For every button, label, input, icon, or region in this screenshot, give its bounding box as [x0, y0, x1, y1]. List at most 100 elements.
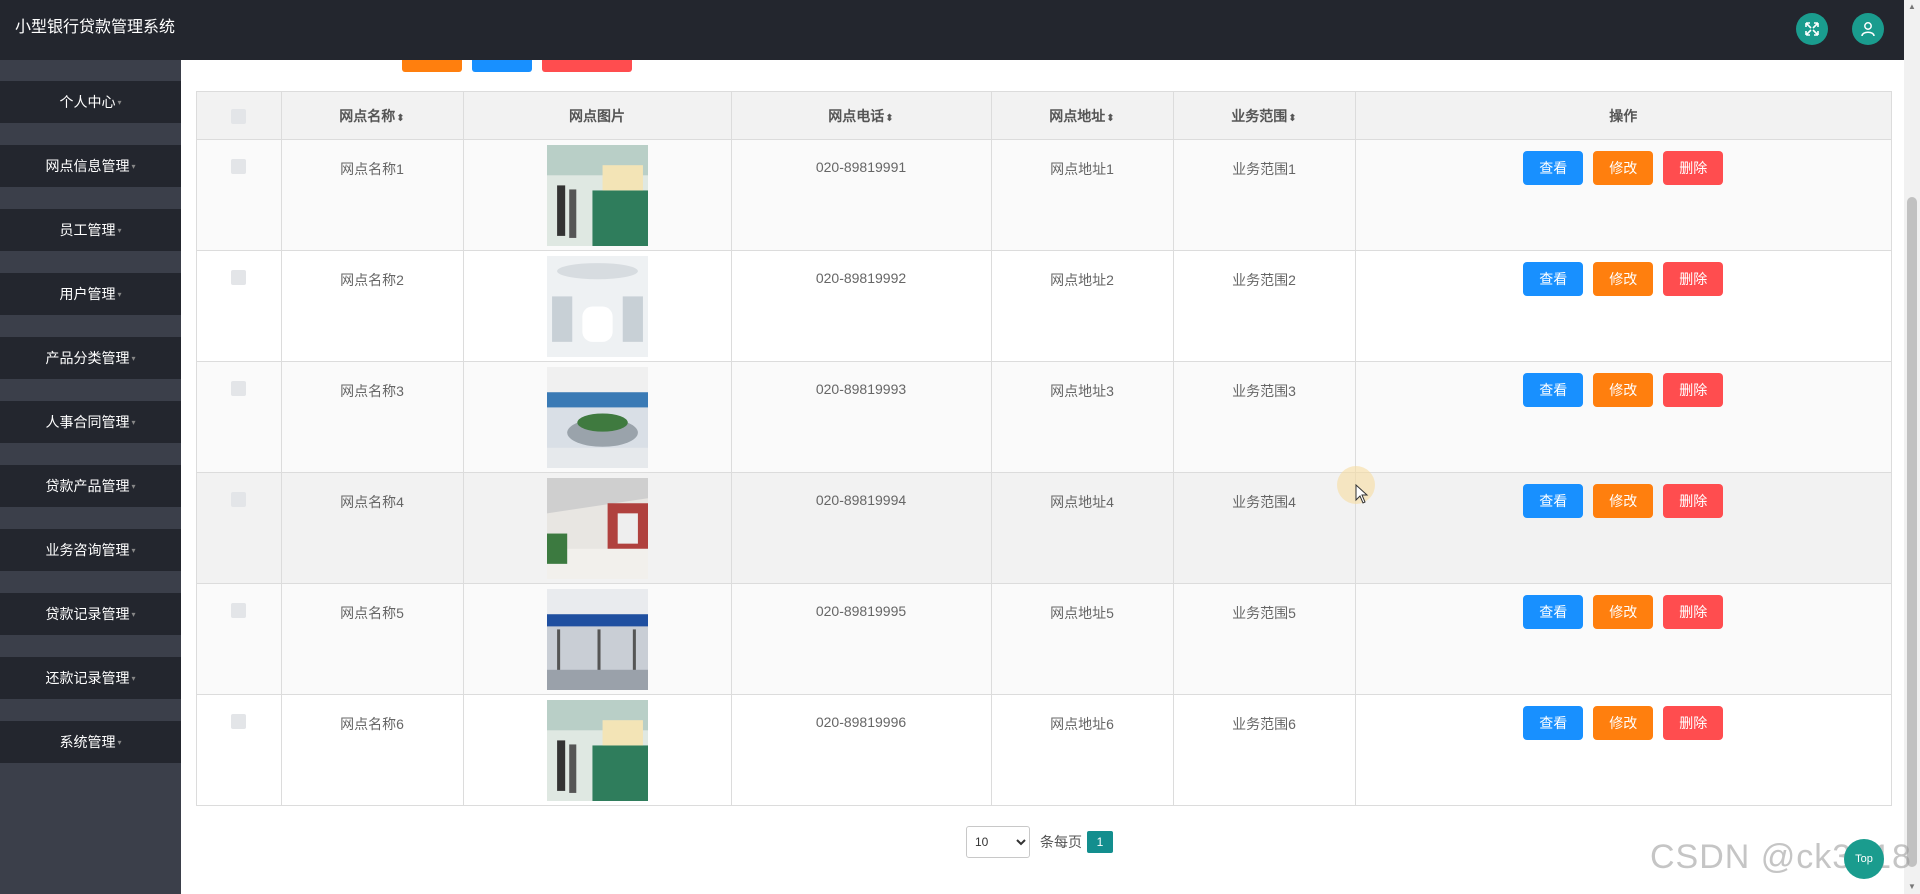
sidebar-item-label: 人事合同管理 [45, 414, 130, 430]
table-row: 网点名称2 020-89819992 网点地址2 业务范围2 查看 修改 删除 [197, 250, 1891, 362]
branch-photo [546, 700, 648, 801]
row-checkbox[interactable] [231, 381, 247, 396]
branch-scope: 业务范围4 [1232, 494, 1296, 510]
branch-scope: 业务范围3 [1232, 383, 1296, 399]
sidebar-item-product-category[interactable]: 产品分类管理 ▾ [0, 337, 181, 379]
branch-phone: 020-89819993 [815, 381, 907, 397]
scroll-down-icon[interactable]: ▼ [1908, 882, 1916, 891]
branch-address: 网点地址1 [1050, 161, 1114, 177]
column-header-scope[interactable]: 业务范围⬍ [1173, 92, 1356, 140]
edit-button[interactable]: 修改 [1593, 484, 1654, 518]
table-row: 网点名称5 020-89819995 网点地址5 业务范围5 查看 修改 删除 [197, 583, 1891, 695]
toolbar-button-blue[interactable] [472, 60, 532, 72]
page-button-current[interactable]: 1 [1087, 831, 1113, 853]
select-all-cell [197, 92, 282, 140]
sidebar-item-label: 贷款产品管理 [45, 478, 130, 494]
sidebar-item-loan-records[interactable]: 贷款记录管理 ▾ [0, 593, 181, 635]
sidebar-item-label: 员工管理 [59, 222, 116, 238]
edit-button[interactable]: 修改 [1593, 595, 1654, 629]
row-checkbox[interactable] [231, 603, 247, 618]
delete-button[interactable]: 删除 [1663, 151, 1724, 185]
chevron-down-icon: ▾ [131, 673, 136, 683]
sort-icon: ⬍ [1106, 112, 1115, 124]
branch-phone: 020-89819991 [815, 159, 907, 175]
row-checkbox[interactable] [231, 270, 247, 285]
sidebar-item-branch-info[interactable]: 网点信息管理 ▾ [0, 145, 181, 187]
sort-icon: ⬍ [885, 112, 894, 124]
table-row: 网点名称1 020-89819991 网点地址1 业务范围1 查看 修改 删除 [197, 139, 1891, 251]
delete-button[interactable]: 删除 [1663, 373, 1724, 407]
branch-phone: 020-89819995 [815, 603, 907, 619]
view-button[interactable]: 查看 [1523, 484, 1584, 518]
view-button[interactable]: 查看 [1523, 262, 1584, 296]
branch-name: 网点名称2 [340, 272, 404, 288]
branch-address: 网点地址4 [1050, 494, 1114, 510]
sidebar-item-label: 产品分类管理 [45, 350, 130, 366]
branch-address: 网点地址2 [1050, 272, 1114, 288]
toolbar-button-red[interactable] [542, 60, 632, 72]
back-to-top-button[interactable]: Top [1844, 839, 1884, 879]
pagination: 10 条每页 1 [966, 826, 1113, 858]
sidebar-item-repayment-records[interactable]: 还款记录管理 ▾ [0, 657, 181, 699]
scrollbar-thumb[interactable] [1907, 197, 1917, 867]
branch-photo [546, 367, 648, 468]
column-header-phone[interactable]: 网点电话⬍ [731, 92, 992, 140]
view-button[interactable]: 查看 [1523, 373, 1584, 407]
sidebar-item-personal-center[interactable]: 个人中心 ▾ [0, 81, 181, 123]
branch-phone: 020-89819996 [815, 714, 907, 730]
edit-button[interactable]: 修改 [1593, 151, 1654, 185]
user-button[interactable] [1852, 13, 1884, 45]
branch-phone: 020-89819992 [815, 270, 907, 286]
branch-address: 网点地址5 [1050, 605, 1114, 621]
edit-button[interactable]: 修改 [1593, 262, 1654, 296]
branch-name: 网点名称4 [340, 494, 404, 510]
chevron-down-icon: ▾ [131, 545, 136, 555]
branch-table: 网点名称⬍ 网点图片 网点电话⬍ 网点地址⬍ 业务范围⬍ 操作 网点名称1 02… [196, 91, 1892, 806]
fullscreen-button[interactable] [1796, 13, 1828, 45]
branch-name: 网点名称3 [340, 383, 404, 399]
vertical-scrollbar[interactable]: ▲ ▼ [1904, 0, 1920, 894]
delete-button[interactable]: 删除 [1663, 484, 1724, 518]
sidebar-item-system[interactable]: 系统管理 ▾ [0, 721, 181, 763]
sidebar-item-label: 系统管理 [59, 734, 116, 750]
sidebar-item-hr-contracts[interactable]: 人事合同管理 ▾ [0, 401, 181, 443]
chevron-down-icon: ▾ [131, 353, 136, 363]
chevron-down-icon: ▾ [117, 225, 122, 235]
edit-button[interactable]: 修改 [1593, 373, 1654, 407]
branch-photo [546, 145, 648, 246]
sidebar-item-consultation[interactable]: 业务咨询管理 ▾ [0, 529, 181, 571]
per-page-label: 条每页 [1040, 834, 1082, 850]
sidebar-item-label: 网点信息管理 [45, 158, 130, 174]
branch-scope: 业务范围6 [1232, 716, 1296, 732]
chevron-down-icon: ▾ [117, 97, 122, 107]
user-icon [1861, 22, 1875, 37]
branch-scope: 业务范围2 [1232, 272, 1296, 288]
toolbar-button-orange[interactable] [402, 60, 462, 72]
view-button[interactable]: 查看 [1523, 151, 1584, 185]
branch-scope: 业务范围1 [1232, 161, 1296, 177]
sidebar-item-loan-products[interactable]: 贷款产品管理 ▾ [0, 465, 181, 507]
delete-button[interactable]: 删除 [1663, 595, 1724, 629]
branch-address: 网点地址3 [1050, 383, 1114, 399]
top-bar: 小型银行贷款管理系统 [0, 0, 1904, 60]
view-button[interactable]: 查看 [1523, 706, 1584, 740]
page-size-select[interactable]: 10 [966, 826, 1030, 858]
row-checkbox[interactable] [231, 714, 247, 729]
edit-button[interactable]: 修改 [1593, 706, 1654, 740]
delete-button[interactable]: 删除 [1663, 706, 1724, 740]
sidebar-item-users[interactable]: 用户管理 ▾ [0, 273, 181, 315]
select-all-checkbox[interactable] [231, 108, 247, 124]
row-checkbox[interactable] [231, 159, 247, 174]
scroll-up-icon[interactable]: ▲ [1908, 2, 1916, 11]
column-header-name[interactable]: 网点名称⬍ [281, 92, 464, 140]
row-checkbox[interactable] [231, 492, 247, 507]
column-header-address[interactable]: 网点地址⬍ [991, 92, 1174, 140]
sort-icon: ⬍ [1288, 112, 1297, 124]
chevron-down-icon: ▾ [117, 737, 122, 747]
table-row: 网点名称6 020-89819996 网点地址6 业务范围6 查看 修改 删除 [197, 694, 1891, 805]
branch-name: 网点名称6 [340, 716, 404, 732]
delete-button[interactable]: 删除 [1663, 262, 1724, 296]
sidebar-item-employees[interactable]: 员工管理 ▾ [0, 209, 181, 251]
sidebar-item-label: 个人中心 [59, 94, 116, 110]
view-button[interactable]: 查看 [1523, 595, 1584, 629]
